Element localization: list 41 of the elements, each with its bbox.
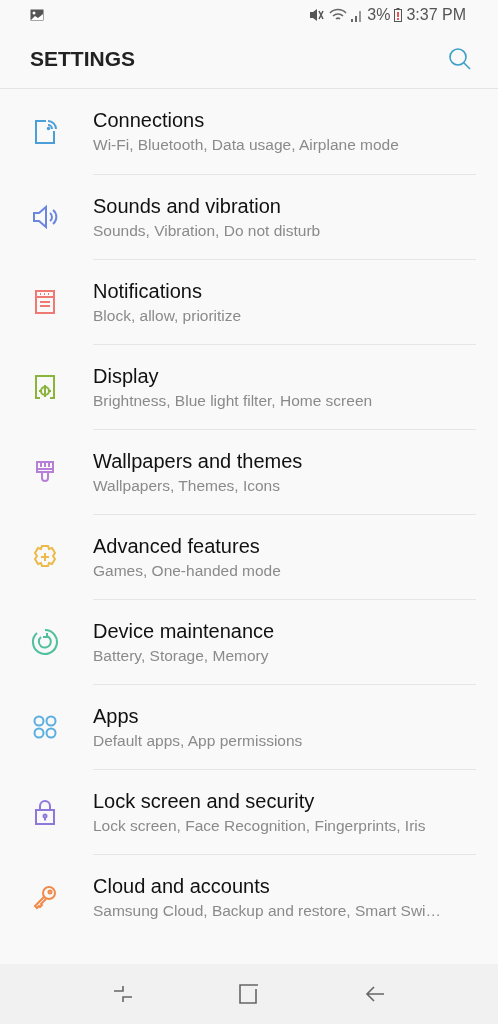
item-subtitle: Wallpapers, Themes, Icons [93, 476, 281, 495]
item-title: Apps [93, 704, 140, 728]
item-title: Device maintenance [93, 619, 276, 643]
settings-item[interactable]: Display Brightness, Blue light filter, Home screen [0, 344, 476, 429]
home-icon[interactable] [238, 983, 260, 1005]
item-title: Sounds and vibration [93, 194, 282, 218]
item-title: Connections [93, 109, 206, 132]
item-subtitle: Battery, Storage, Memory [93, 646, 270, 665]
recent-apps-icon[interactable] [112, 983, 134, 1005]
settings-item[interactable]: Apps Default apps, App permissions [0, 684, 476, 769]
clock: 3:37 PM [406, 6, 466, 24]
item-title: Wallpapers and themes [93, 449, 304, 473]
settings-item[interactable]: Connections Wi-Fi, Bluetooth, Data usage, Airplane mode [0, 89, 476, 174]
item-subtitle: Samsung Cloud, Backup and restore, Smart Swi… [93, 901, 443, 920]
item-title: Notifications [93, 279, 203, 303]
item-title: Lock screen and security [93, 789, 316, 813]
settings-item[interactable]: Cloud and accounts Samsung Cloud, Backup and restore, Smart Swi… [0, 854, 476, 939]
settings-item[interactable]: Wallpapers and themes Wallpapers, Themes, Icons [0, 429, 476, 514]
item-subtitle: Sounds, Vibration, Do not disturb [93, 221, 322, 240]
settings-item[interactable]: Notifications Block, allow, prioritize [0, 259, 476, 344]
mute-icon [309, 8, 326, 22]
item-subtitle: Wi-Fi, Bluetooth, Data usage, Airplane mode [93, 136, 400, 154]
item-title: Cloud and accounts [93, 874, 271, 898]
item-subtitle: Lock screen, Face Recognition, Fingerprints, Iris [93, 816, 427, 835]
settings-item[interactable]: Device maintenance Battery, Storage, Memory [0, 599, 476, 684]
signal-icon [351, 8, 364, 22]
item-subtitle: Brightness, Blue light filter, Home screen [93, 391, 374, 410]
image-icon [30, 9, 44, 21]
settings-item[interactable]: Sounds and vibration Sounds, Vibration, Do not disturb [0, 174, 476, 259]
item-subtitle: Games, One-handed mode [93, 561, 282, 580]
battery-percent: 3% [367, 6, 391, 24]
item-subtitle: Default apps, App permissions [93, 731, 304, 750]
battery-icon [394, 8, 403, 22]
settings-item[interactable]: Advanced features Games, One-handed mode [0, 514, 476, 599]
item-title: Advanced features [93, 534, 261, 558]
settings-item[interactable]: Lock screen and security Lock screen, Face Recognition, Fingerprints, Iris [0, 769, 476, 854]
page-title: SETTINGS [30, 47, 135, 71]
wifi-icon [329, 8, 348, 22]
search-icon[interactable] [448, 47, 472, 71]
item-title: Display [93, 364, 160, 388]
item-subtitle: Block, allow, prioritize [93, 306, 243, 325]
